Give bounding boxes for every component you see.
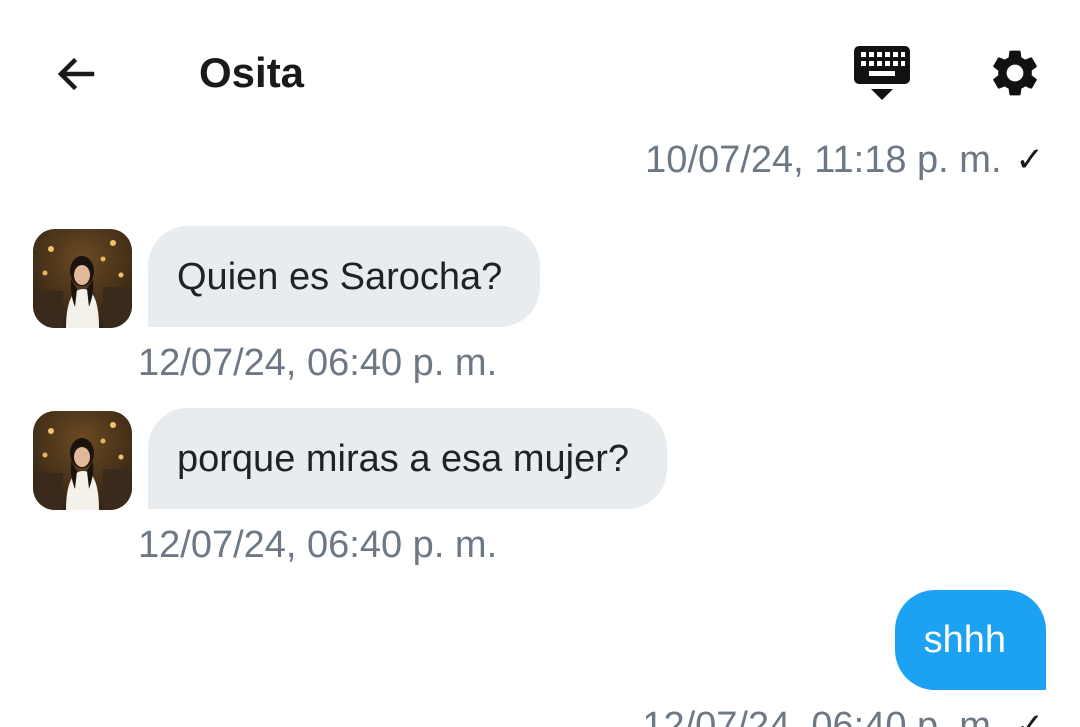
chat-screen: Osita 10/07/24, 11:18 p. m. ✓ Quien es S…: [0, 0, 1080, 727]
avatar[interactable]: [33, 229, 132, 328]
message-bubble-outgoing[interactable]: shhh: [894, 590, 1046, 690]
timestamp-text: 10/07/24, 11:18 p. m.: [645, 139, 1002, 181]
avatar[interactable]: [33, 411, 132, 510]
back-button[interactable]: [46, 44, 106, 104]
sent-check-icon: ✓: [1015, 141, 1045, 179]
message-bubble-incoming[interactable]: Quien es Sarocha?: [148, 226, 541, 327]
chat-title: Osita: [199, 49, 305, 96]
gear-icon: [993, 50, 1037, 96]
message-text: porque miras a esa mujer?: [177, 437, 629, 480]
keyboard-hide-icon: [854, 46, 910, 100]
timestamp-text: 12/07/24, 06:40 p. m.: [642, 705, 1002, 727]
message-text: shhh: [923, 619, 1006, 661]
message-timestamp: 12/07/24, 06:40 p. m.: [138, 342, 498, 384]
avatar-photo: [33, 411, 132, 510]
sent-check-icon: ✓: [1015, 707, 1045, 727]
chat-header: Osita: [0, 0, 1080, 140]
message-timestamp: 12/07/24, 06:40 p. m. ✓: [642, 704, 1044, 727]
arrow-left-icon: [57, 57, 95, 91]
avatar-photo: [33, 229, 132, 328]
message-bubble-incoming[interactable]: porque miras a esa mujer?: [148, 408, 667, 509]
keyboard-toggle-button[interactable]: [846, 40, 918, 106]
message-timestamp: 10/07/24, 11:18 p. m. ✓: [645, 138, 1044, 182]
message-timestamp: 12/07/24, 06:40 p. m.: [138, 524, 498, 566]
message-text: Quien es Sarocha?: [177, 255, 503, 298]
settings-button[interactable]: [980, 38, 1050, 108]
